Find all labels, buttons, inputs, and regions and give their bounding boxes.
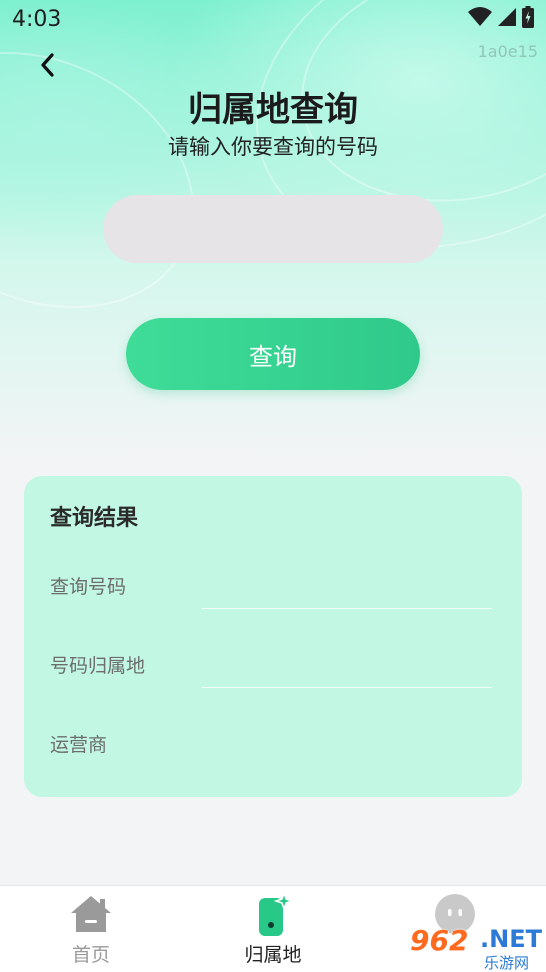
tab-label: 首页 <box>71 944 110 966</box>
phone-sparkle-icon <box>253 892 293 936</box>
wifi-icon <box>468 7 492 31</box>
status-bar: 4:03 <box>0 0 546 38</box>
tab-label: 归属地 <box>244 944 302 966</box>
result-title: 查询结果 <box>50 506 139 531</box>
result-row-carrier: 运营商 <box>50 730 496 757</box>
signal-icon <box>498 8 516 30</box>
home-icon <box>69 892 113 936</box>
chevron-left-icon <box>39 52 55 82</box>
tab-home[interactable]: 首页 <box>0 886 182 972</box>
result-label: 运营商 <box>50 734 108 756</box>
result-divider <box>202 608 492 609</box>
query-button-label: 查询 <box>249 342 297 371</box>
battery-charging-icon <box>522 6 534 32</box>
query-button[interactable]: 查询 <box>126 318 420 390</box>
result-divider <box>202 687 492 688</box>
status-time: 4:03 <box>12 6 62 32</box>
result-label: 号码归属地 <box>50 655 146 677</box>
result-card: 查询结果 查询号码 号码归属地 运营商 <box>24 476 522 797</box>
phone-number-input[interactable] <box>103 195 443 263</box>
tab-location[interactable]: 归属地 <box>182 886 364 972</box>
result-row-number: 查询号码 <box>50 572 496 599</box>
result-row-location: 号码归属地 <box>50 651 496 678</box>
tab-profile[interactable] <box>364 886 546 972</box>
bottom-tab-bar: 首页 归属地 <box>0 885 546 972</box>
result-label: 查询号码 <box>50 576 127 598</box>
page-subtitle: 请输入你要查询的号码 <box>168 135 378 159</box>
profile-icon <box>433 892 477 936</box>
build-id-watermark: 1a0e15 <box>477 42 538 61</box>
status-icons <box>468 6 534 32</box>
page-title: 归属地查询 <box>188 90 358 130</box>
back-button[interactable] <box>30 50 64 84</box>
